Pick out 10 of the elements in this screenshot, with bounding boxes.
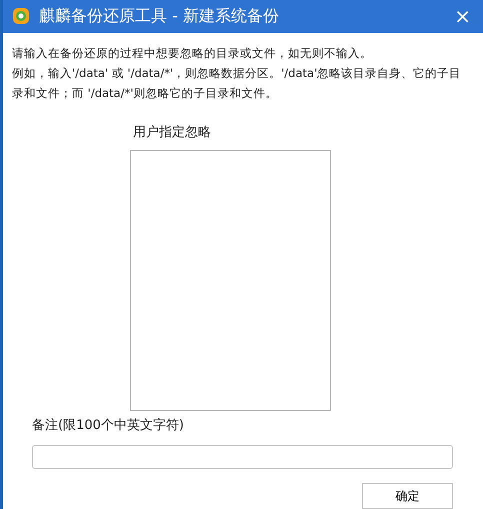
confirm-button[interactable]: 确定 <box>362 483 453 509</box>
window-title: 麒麟备份还原工具 - 新建系统备份 <box>39 5 279 28</box>
app-icon <box>12 7 30 26</box>
ignore-list-field[interactable] <box>130 150 331 412</box>
instruction-text: 请输入在备份还原的过程中想要忽略的目录或文件，如无则不输入。 <box>12 44 373 62</box>
note-label: 备注(限100个中英文字符) <box>32 417 184 436</box>
ignore-list-label: 用户指定忽略 <box>132 124 212 142</box>
close-button[interactable]: × <box>452 6 473 26</box>
instruction-text: 例如，输入'/data' 或 '/data/*'，则忽略数据分区。'/data'忽略该目录自身、它的子目录和文件；而 '/data/*'则忽略它的子目录和文件。 <box>12 64 462 102</box>
note-field[interactable] <box>32 444 453 469</box>
